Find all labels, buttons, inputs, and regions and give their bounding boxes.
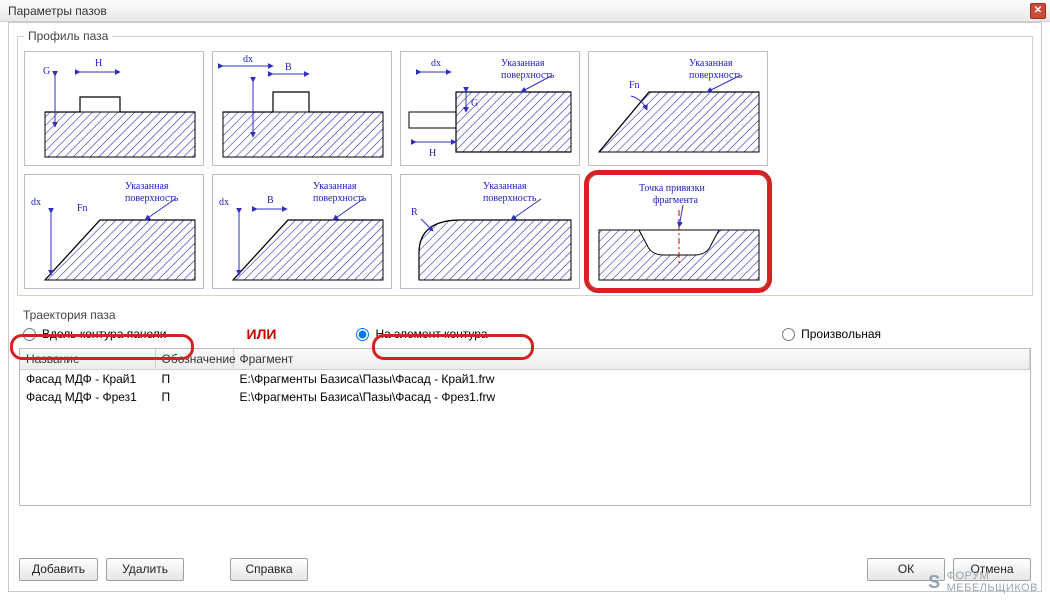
- svg-text:B: B: [285, 62, 292, 73]
- svg-text:Указанная: Указанная: [313, 181, 357, 192]
- table-row[interactable]: Фасад МДФ - Край1 П E:\Фрагменты Базиса\…: [20, 370, 1030, 389]
- trajectory-legend: Траектория паза: [23, 308, 1041, 322]
- svg-text:dx: dx: [219, 197, 229, 208]
- svg-text:Fn: Fn: [77, 203, 88, 214]
- col-desig[interactable]: Обозначение: [155, 349, 233, 370]
- svg-text:Указанная: Указанная: [501, 58, 545, 69]
- svg-text:R: R: [411, 207, 418, 218]
- titlebar: Параметры пазов ✕: [0, 0, 1050, 22]
- svg-text:Указанная: Указанная: [125, 181, 169, 192]
- svg-text:dx: dx: [431, 58, 441, 69]
- svg-text:поверхность: поверхность: [689, 70, 743, 81]
- profile-option-3[interactable]: Указанная поверхность dx G H: [400, 51, 580, 166]
- radio-label: На элемент контура: [375, 327, 487, 341]
- radio-label: Произвольная: [801, 327, 881, 341]
- profile-legend: Профиль паза: [24, 29, 112, 43]
- profile-tiles: G H dx B: [24, 51, 1026, 289]
- profile-option-7[interactable]: Указанная поверхность R: [400, 174, 580, 289]
- profile-option-8[interactable]: Точка привязки фрагмента: [588, 174, 768, 289]
- radio-along-contour[interactable]: Вдоль контура панели: [23, 327, 167, 341]
- svg-text:G: G: [43, 66, 50, 77]
- svg-text:H: H: [429, 148, 436, 159]
- button-bar: Добавить Удалить Справка ОК Отмена: [19, 555, 1031, 583]
- col-name[interactable]: Название: [20, 349, 155, 370]
- annotation-or: ИЛИ: [247, 326, 277, 342]
- svg-text:Точка привязки: Точка привязки: [639, 183, 705, 194]
- svg-text:dx: dx: [31, 197, 41, 208]
- svg-text:Указанная: Указанная: [483, 181, 527, 192]
- fragments-table[interactable]: Название Обозначение Фрагмент Фасад МДФ …: [19, 348, 1031, 506]
- window-title: Параметры пазов: [8, 4, 107, 18]
- col-frag[interactable]: Фрагмент: [233, 349, 1030, 370]
- profile-option-4[interactable]: Указанная поверхность Fn: [588, 51, 768, 166]
- svg-text:Fn: Fn: [629, 80, 640, 91]
- svg-text:поверхность: поверхность: [501, 70, 555, 81]
- radio-on-element[interactable]: На элемент контура: [356, 327, 487, 341]
- radio-freeform[interactable]: Произвольная: [782, 327, 881, 341]
- profile-option-6[interactable]: Указанная поверхность dx B: [212, 174, 392, 289]
- table-row[interactable]: Фасад МДФ - Фрез1 П E:\Фрагменты Базиса\…: [20, 388, 1030, 406]
- profile-option-2[interactable]: dx B: [212, 51, 392, 166]
- svg-text:H: H: [95, 58, 102, 69]
- svg-text:G: G: [471, 98, 478, 109]
- help-button[interactable]: Справка: [230, 558, 308, 581]
- remove-button[interactable]: Удалить: [106, 558, 184, 581]
- radio-label: Вдоль контура панели: [42, 327, 167, 341]
- svg-text:dx: dx: [243, 54, 253, 65]
- svg-text:Указанная: Указанная: [689, 58, 733, 69]
- svg-text:B: B: [267, 195, 274, 206]
- cancel-button[interactable]: Отмена: [953, 558, 1031, 581]
- svg-text:фрагмента: фрагмента: [653, 195, 698, 206]
- trajectory-options: Вдоль контура панели ИЛИ На элемент конт…: [23, 326, 1041, 342]
- close-icon[interactable]: ✕: [1030, 3, 1046, 19]
- svg-text:поверхность: поверхность: [483, 193, 537, 204]
- add-button[interactable]: Добавить: [19, 558, 98, 581]
- profile-option-1[interactable]: G H: [24, 51, 204, 166]
- ok-button[interactable]: ОК: [867, 558, 945, 581]
- profile-group: Профиль паза G H: [17, 29, 1033, 296]
- profile-option-5[interactable]: Указанная поверхность dx Fn: [24, 174, 204, 289]
- dialog-body: Профиль паза G H: [8, 22, 1042, 592]
